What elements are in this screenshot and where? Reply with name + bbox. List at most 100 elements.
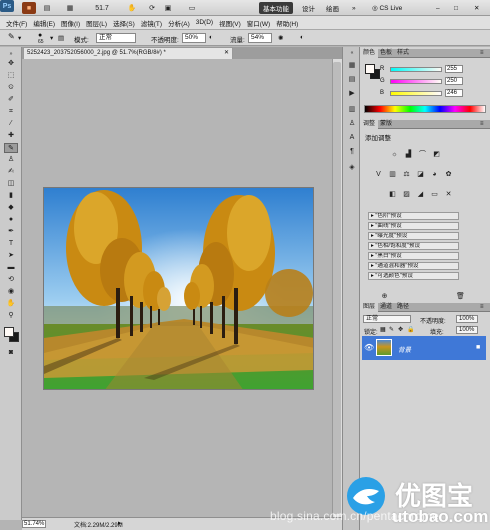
toolbar-collapse-icon[interactable]: » — [4, 49, 18, 59]
screen-mode-icon[interactable]: ▭ — [186, 2, 198, 14]
close-icon[interactable]: ✕ — [470, 2, 483, 14]
brush-tool-icon-active[interactable]: ✎ — [4, 143, 18, 153]
history-brush-tool-icon[interactable]: ✍ — [4, 167, 18, 177]
brush-panel-icon[interactable]: ▥ — [347, 105, 357, 114]
workspace-painting[interactable]: 绘画 — [322, 2, 343, 14]
gradient-map-icon[interactable]: ▭ — [430, 190, 439, 199]
menu-image[interactable]: 图像(I) — [61, 18, 80, 28]
3d-panel-icon[interactable]: ◈ — [347, 163, 357, 172]
layer-row[interactable]: 👁 背景 ■ — [362, 336, 486, 360]
type-tool-icon[interactable]: T — [4, 239, 18, 249]
blend-mode-select[interactable]: 正常 — [363, 315, 411, 323]
eraser-tool-icon[interactable]: ◫ — [4, 179, 18, 189]
pen-tool-icon[interactable]: ✒ — [4, 227, 18, 237]
path-selection-tool-icon[interactable]: ➤ — [4, 251, 18, 261]
3d-camera-tool-icon[interactable]: ◉ — [4, 287, 18, 297]
opacity-input[interactable]: 50% — [182, 33, 206, 43]
layer-visibility-eye-icon[interactable]: 👁 — [364, 343, 374, 352]
tab-masks[interactable]: 蒙版 — [377, 120, 395, 129]
layers-panel-menu-icon[interactable]: ≡ — [477, 303, 487, 312]
actions-panel-icon[interactable]: ▶ — [347, 89, 357, 98]
document-image[interactable] — [43, 187, 314, 390]
strip-collapse-icon[interactable]: « — [347, 49, 357, 58]
cs-live-button[interactable]: ◎ CS Live — [368, 2, 406, 14]
menu-analysis[interactable]: 分析(A) — [168, 18, 190, 28]
lock-transparency-icon[interactable]: ▦ — [380, 326, 386, 333]
lasso-tool-icon[interactable]: ଡ — [4, 83, 18, 93]
document-close-icon[interactable]: ✕ — [224, 48, 229, 59]
tab-channels[interactable]: 通道 — [377, 303, 395, 312]
preset-channel-mixer[interactable]: ▸ "通道混和器"预设 — [368, 262, 459, 270]
menu-view[interactable]: 视图(V) — [219, 18, 241, 28]
eyedropper-tool-icon[interactable]: ⁄ — [4, 119, 18, 129]
workspace-more-icon[interactable]: » — [348, 2, 360, 14]
status-zoom-field[interactable]: 51.74% — [22, 520, 46, 528]
preset-levels[interactable]: ▸ "色阶"预设 — [368, 212, 459, 220]
tool-preset-dropdown-icon[interactable]: ▾ — [18, 34, 21, 42]
vibrance-icon[interactable]: V — [374, 170, 383, 179]
view-extras-icon[interactable]: ▦ — [64, 2, 76, 14]
paragraph-panel-icon[interactable]: ¶ — [347, 147, 357, 156]
adjustments-trash-icon[interactable]: 🗑 — [456, 292, 465, 301]
blue-value-input[interactable]: 246 — [445, 89, 463, 97]
fill-input[interactable]: 100% — [456, 326, 478, 334]
quick-selection-tool-icon[interactable]: ✐ — [4, 95, 18, 105]
tab-color[interactable]: 颜色 — [360, 49, 379, 58]
move-tool-icon[interactable]: ✥ — [4, 59, 18, 69]
tab-swatches[interactable]: 色板 — [377, 49, 395, 58]
clone-stamp-tool-icon[interactable]: ♙ — [4, 155, 18, 165]
bridge-icon[interactable]: ■ — [22, 2, 36, 14]
minimize-icon[interactable]: – — [432, 2, 444, 14]
marquee-tool-icon[interactable]: ⬚ — [4, 71, 18, 81]
brush-tool-icon[interactable]: ✎ — [8, 32, 15, 41]
workspace-essentials[interactable]: 基本功能 — [259, 2, 293, 14]
green-slider[interactable] — [390, 79, 442, 84]
document-tab[interactable]: 5252423_203752056000_2.jpg @ 51.7%(RGB/8… — [23, 47, 233, 59]
navigator-panel-icon[interactable]: ▦ — [347, 61, 357, 70]
history-panel-icon[interactable]: ▤ — [347, 75, 357, 84]
character-panel-icon[interactable]: A — [347, 133, 357, 142]
quick-mask-icon[interactable]: ◙ — [4, 348, 18, 358]
channel-mixer-icon[interactable]: ✿ — [444, 170, 453, 179]
size-pressure-icon[interactable]: ◐ — [300, 34, 304, 41]
menu-window[interactable]: 窗口(W) — [247, 18, 270, 28]
lock-position-icon[interactable]: ✥ — [398, 326, 403, 333]
3d-rotate-tool-icon[interactable]: ⟲ — [4, 275, 18, 285]
brush-preview-icon[interactable]: ● — [38, 32, 42, 39]
foreground-color-swatch[interactable] — [4, 327, 14, 337]
posterize-icon[interactable]: ▨ — [402, 190, 411, 199]
tab-styles[interactable]: 样式 — [394, 49, 412, 58]
brightness-contrast-icon[interactable]: ☼ — [390, 150, 399, 159]
restore-icon[interactable]: □ — [450, 2, 462, 14]
menu-select[interactable]: 选择(S) — [113, 18, 135, 28]
invert-icon[interactable]: ◧ — [388, 190, 397, 199]
menu-edit[interactable]: 编辑(E) — [33, 18, 55, 28]
lock-pixels-icon[interactable]: ✎ — [389, 326, 394, 333]
curves-icon[interactable]: ⌒ — [418, 150, 427, 159]
zoom-tool-icon[interactable]: ⚲ — [4, 311, 18, 321]
flow-input[interactable]: 54% — [248, 33, 272, 43]
color-panel-menu-icon[interactable]: ≡ — [477, 49, 487, 58]
red-value-input[interactable]: 255 — [445, 65, 463, 73]
workspace-design[interactable]: 设计 — [298, 2, 319, 14]
preset-black-white[interactable]: ▸ "黑白"预设 — [368, 252, 459, 260]
opacity-pressure-icon[interactable]: ◐ — [209, 34, 213, 41]
blur-tool-icon[interactable]: ◆ — [4, 203, 18, 213]
menu-filter[interactable]: 滤镜(T) — [141, 18, 162, 28]
menu-help[interactable]: 帮助(H) — [276, 18, 298, 28]
vertical-scroll-thumb[interactable] — [333, 62, 341, 514]
clip-to-layer-icon[interactable]: ⊕ — [380, 292, 389, 301]
tab-layers[interactable]: 图层 — [360, 303, 379, 312]
menu-file[interactable]: 文件(F) — [6, 18, 27, 28]
rotate-view-icon[interactable]: ⟳ — [146, 2, 158, 14]
brush-panel-toggle-icon[interactable]: ▤ — [58, 34, 64, 42]
levels-icon[interactable]: ▟ — [404, 150, 413, 159]
color-balance-icon[interactable]: ⚖ — [402, 170, 411, 179]
arrange-documents-icon[interactable]: ▣ — [162, 2, 174, 14]
red-slider[interactable] — [390, 67, 442, 72]
exposure-icon[interactable]: ◩ — [432, 150, 441, 159]
menu-3d[interactable]: 3D(D) — [196, 19, 213, 26]
lock-all-icon[interactable]: 🔒 — [407, 326, 414, 333]
minibridge-icon[interactable]: ▤ — [40, 2, 54, 14]
preset-exposure[interactable]: ▸ "曝光度"预设 — [368, 232, 459, 240]
